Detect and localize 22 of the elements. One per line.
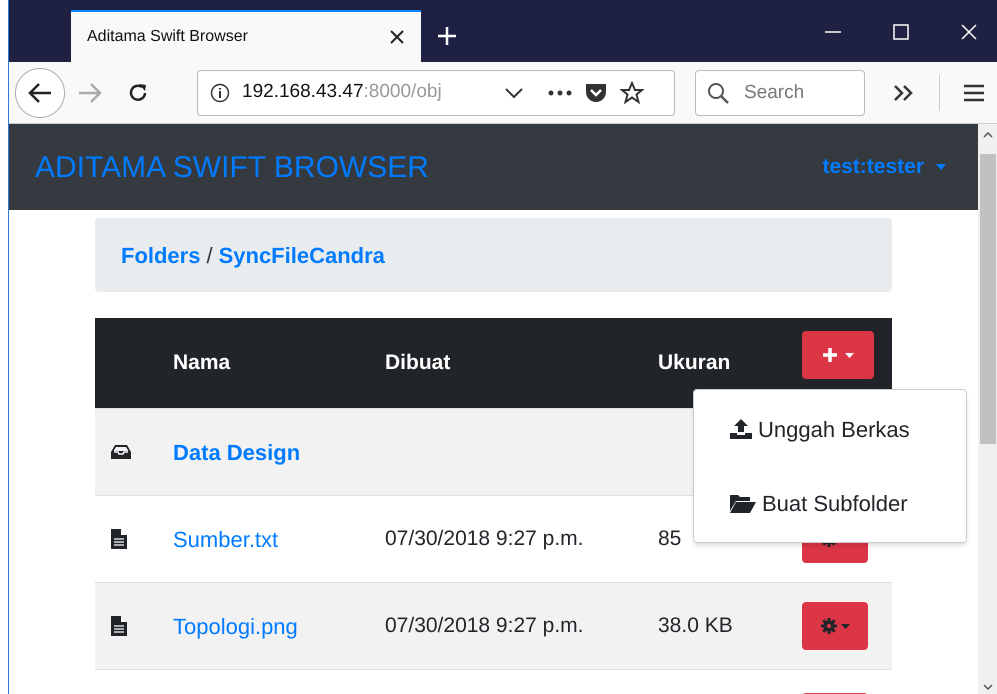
browser-tab[interactable]: Aditama Swift Browser — [71, 10, 421, 62]
menu-item[interactable]: Unggah Berkas — [694, 392, 966, 466]
menu-item[interactable]: Buat Subfolder — [694, 466, 966, 540]
size-cell: 85 — [658, 527, 682, 550]
user-menu[interactable]: test:tester — [822, 151, 946, 183]
column-header: Ukuran — [658, 350, 732, 376]
brand-title[interactable]: ADITAMA SWIFT BROWSER — [35, 144, 429, 190]
url-text: 192.168.43.47:8000/obj — [242, 80, 443, 104]
breadcrumb-link[interactable]: Folders — [121, 238, 200, 272]
column-header: Dibuat — [385, 350, 452, 376]
search-field[interactable]: Search — [695, 70, 865, 116]
breadcrumb-separator: / — [206, 242, 213, 270]
file-link[interactable]: Topologi.png — [173, 614, 298, 638]
date-cell: 07/30/2018 9:27 p.m. — [385, 614, 584, 638]
file-link[interactable]: Sumber.txt — [173, 526, 278, 552]
address-bar[interactable]: 192.168.43.47:8000/obj — [197, 70, 675, 116]
folder-link[interactable]: Data Design — [173, 440, 300, 464]
size-cell: 38.0 KB — [658, 614, 733, 638]
tab-title: Aditama Swift Browser — [87, 27, 248, 47]
column-header: Nama — [173, 350, 232, 376]
breadcrumb-link[interactable]: SyncFileCandra — [218, 238, 385, 272]
date-cell: 07/30/2018 9:27 p.m. — [385, 527, 584, 550]
